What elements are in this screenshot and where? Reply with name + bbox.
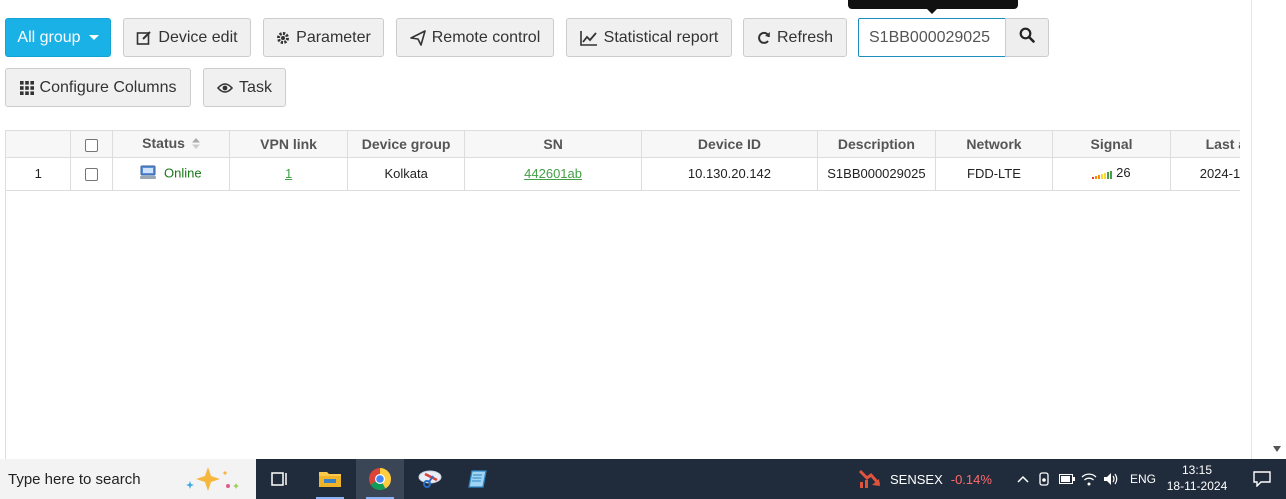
header-select-all	[70, 131, 113, 158]
line-chart-icon	[579, 30, 598, 46]
remote-control-button[interactable]: Remote control	[396, 18, 554, 57]
select-all-checkbox[interactable]	[85, 138, 99, 152]
header-vpn-link[interactable]: VPN link	[229, 131, 348, 158]
sensex-change: -0.14%	[950, 471, 992, 487]
taskbar-search[interactable]: Type here to search	[0, 459, 256, 499]
row-device-id: 10.130.20.142	[641, 157, 819, 191]
show-hidden-icons-chevron-up-icon[interactable]	[1012, 475, 1034, 483]
file-explorer-icon[interactable]	[306, 459, 354, 499]
gear-icon	[276, 31, 290, 45]
task-button[interactable]: Task	[203, 68, 286, 107]
grid-icon	[19, 80, 34, 95]
network-wifi-icon[interactable]	[1078, 472, 1100, 486]
tooltip-arrow	[927, 9, 937, 14]
search-input[interactable]: S1BB000029025	[858, 18, 1006, 57]
search-icon	[1019, 27, 1035, 48]
signal-value: 26	[1116, 165, 1131, 181]
header-network[interactable]: Network	[935, 131, 1054, 158]
meet-now-icon[interactable]	[1034, 472, 1056, 486]
header-sn[interactable]: SN	[464, 131, 642, 158]
vertical-scrollbar[interactable]	[1251, 0, 1286, 459]
clock[interactable]: 13:15 18-11-2024	[1160, 462, 1234, 494]
task-view-icon[interactable]	[256, 459, 304, 499]
parameter-label: Parameter	[296, 28, 371, 46]
device-table: Status VPN link Device group SN Device I…	[5, 130, 1240, 459]
sort-icon	[191, 136, 200, 152]
signal-bars-icon	[1092, 167, 1113, 182]
refresh-icon	[757, 31, 771, 45]
row-vpn-link: 1	[229, 157, 348, 191]
row-description: S1BB000029025	[817, 157, 936, 191]
statistical-report-button[interactable]: Statistical report	[566, 18, 732, 57]
all-group-label: All group	[17, 28, 81, 46]
stock-widget[interactable]: SENSEX -0.14%	[858, 459, 992, 499]
search-input-value: S1BB000029025	[869, 29, 990, 46]
main-content: All group Device edit Parameter Remote c…	[0, 0, 1251, 459]
snipping-tool-icon[interactable]	[406, 459, 454, 499]
row-device-group: Kolkata	[347, 157, 466, 191]
refresh-button[interactable]: Refresh	[743, 18, 847, 57]
table-header-row: Status VPN link Device group SN Device I…	[6, 131, 1240, 158]
notepad-icon[interactable]	[454, 459, 502, 499]
row-last-active: 2024-11-18 1	[1170, 157, 1240, 191]
header-status[interactable]: Status	[112, 131, 231, 158]
header-device-group[interactable]: Device group	[347, 131, 466, 158]
caret-down-icon	[88, 35, 99, 40]
computer-icon	[140, 165, 157, 183]
clock-time: 13:15	[1181, 463, 1213, 477]
header-device-id[interactable]: Device ID	[641, 131, 819, 158]
send-icon	[409, 29, 426, 46]
taskbar-search-text: Type here to search	[8, 470, 141, 488]
search-button[interactable]	[1005, 18, 1049, 57]
vpn-link[interactable]: 1	[285, 166, 292, 181]
language-indicator[interactable]: ENG	[1130, 472, 1156, 486]
edit-icon	[136, 30, 152, 46]
sn-link[interactable]: 442601ab	[524, 166, 582, 181]
clock-date: 18-11-2024	[1166, 479, 1228, 493]
sensex-label: SENSEX	[890, 471, 943, 487]
row-network: FDD-LTE	[935, 157, 1054, 191]
header-last-active[interactable]: Last activ	[1170, 131, 1240, 158]
tooltip	[848, 0, 1018, 9]
row-sn: 442601ab	[464, 157, 642, 191]
system-tray: ENG	[1012, 459, 1156, 499]
device-edit-label: Device edit	[158, 28, 238, 46]
status-online-text: Online	[164, 164, 202, 180]
remote-control-label: Remote control	[431, 28, 541, 46]
chrome-icon[interactable]	[356, 459, 404, 499]
taskbar: Type here to search SENSEX -0.14% ENG 13…	[0, 459, 1286, 499]
scroll-down-arrow-icon[interactable]	[1273, 446, 1281, 452]
all-group-dropdown[interactable]: All group	[5, 18, 111, 57]
task-label: Task	[239, 78, 272, 96]
notification-icon[interactable]	[1238, 459, 1286, 499]
configure-columns-label: Configure Columns	[39, 78, 177, 96]
row-select	[70, 157, 113, 191]
configure-columns-button[interactable]: Configure Columns	[5, 68, 191, 107]
battery-icon[interactable]	[1056, 474, 1078, 484]
row-status: Online	[112, 157, 231, 191]
eye-icon	[217, 82, 234, 94]
refresh-label: Refresh	[776, 28, 834, 46]
stock-down-icon	[858, 467, 882, 492]
header-index	[6, 131, 72, 158]
volume-icon[interactable]	[1100, 472, 1122, 486]
device-edit-button[interactable]: Device edit	[123, 18, 251, 57]
sparkle-icon	[184, 465, 244, 497]
page: All group Device edit Parameter Remote c…	[0, 0, 1286, 499]
header-signal[interactable]: Signal	[1052, 131, 1171, 158]
header-description[interactable]: Description	[817, 131, 936, 158]
row-signal: 26	[1052, 157, 1171, 191]
table-row[interactable]: 1 Online 1 Kolkata 442601ab 10.130.20.14…	[6, 157, 1240, 191]
header-status-label: Status	[142, 135, 185, 152]
row-index: 1	[6, 157, 72, 191]
parameter-button[interactable]: Parameter	[263, 18, 384, 57]
row-checkbox[interactable]	[85, 168, 99, 182]
statistical-report-label: Statistical report	[603, 28, 719, 46]
